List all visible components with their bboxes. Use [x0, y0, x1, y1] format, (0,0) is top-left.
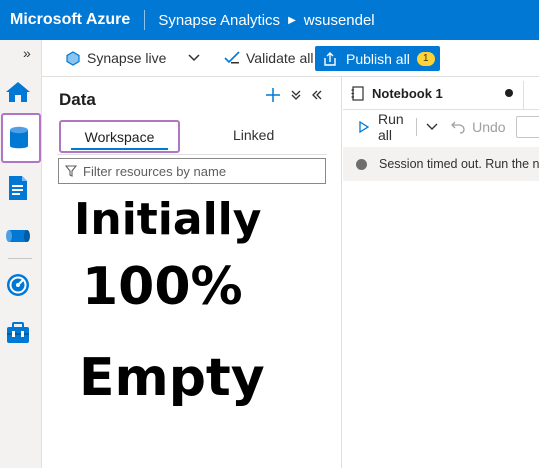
filter-icon: [65, 165, 77, 177]
panel-actions: [265, 87, 323, 103]
panel-title: Data: [59, 90, 96, 109]
toolbar-search-box[interactable]: [515, 116, 539, 138]
breadcrumb-workspace[interactable]: wsusendel: [304, 12, 375, 29]
annotation-line-1: Initially: [74, 194, 262, 245]
notebook-tab-label: Notebook 1: [372, 86, 443, 101]
session-status-text: Session timed out. Run the notebook to s…: [379, 157, 539, 171]
filter-box[interactable]: [58, 158, 326, 184]
top-bar: Microsoft Azure Synapse Analytics ▶ wsus…: [0, 0, 539, 40]
integrate-icon[interactable]: [4, 222, 32, 250]
annotation-line-2: 100%: [82, 257, 243, 317]
toolbar: Synapse live Validate all Publish all 1: [42, 40, 539, 77]
left-nav-rail: »: [0, 40, 42, 468]
run-all-button[interactable]: Run all: [359, 111, 407, 143]
topbar-divider: [144, 10, 146, 30]
notebook-area: Notebook 1 Run all Undo Session timed ou…: [343, 77, 539, 468]
unsaved-changes-icon: [505, 89, 513, 97]
monitor-icon[interactable]: [4, 271, 32, 299]
pending-changes-badge: 1: [416, 51, 435, 66]
tab-linked[interactable]: Linked: [233, 127, 274, 143]
next-tab[interactable]: [523, 81, 539, 109]
add-resource-icon[interactable]: [265, 87, 281, 103]
undo-icon: [451, 120, 465, 134]
collapse-panel-icon[interactable]: [311, 89, 323, 101]
collapse-all-icon[interactable]: [291, 89, 301, 101]
synapse-live-selector[interactable]: Synapse live: [66, 50, 200, 66]
azure-brand-link[interactable]: Microsoft Azure: [0, 11, 130, 29]
data-tabs: Workspace Linked: [57, 119, 327, 155]
notebook-icon: [351, 86, 364, 101]
notebook-tab-strip: Notebook 1: [343, 77, 539, 110]
develop-icon[interactable]: [4, 174, 32, 202]
undo-label: Undo: [472, 119, 506, 135]
breadcrumb-service[interactable]: Synapse Analytics: [158, 12, 280, 29]
annotation-line-3: Empty: [79, 348, 265, 408]
session-status-icon: [356, 158, 367, 170]
rail-divider: [8, 258, 32, 259]
run-all-label: Run all: [378, 111, 404, 143]
expand-rail-icon[interactable]: »: [23, 45, 31, 61]
play-icon: [359, 121, 369, 133]
chevron-down-icon[interactable]: [188, 54, 200, 62]
notebook-toolbar: Run all Undo: [343, 111, 539, 143]
tab-notebook-1[interactable]: Notebook 1: [343, 77, 521, 110]
publish-all-button[interactable]: Publish all 1: [315, 46, 440, 71]
toolbar-divider: [416, 118, 418, 136]
data-icon[interactable]: [5, 124, 33, 152]
home-icon[interactable]: [4, 78, 32, 106]
validate-icon: [224, 51, 240, 65]
synapse-live-label: Synapse live: [87, 50, 167, 66]
filter-input[interactable]: [83, 163, 313, 179]
validate-all-button[interactable]: Validate all: [224, 50, 313, 66]
session-status-bar: Session timed out. Run the notebook to s…: [343, 147, 539, 181]
publish-icon: [323, 51, 337, 66]
undo-button[interactable]: Undo: [451, 119, 506, 135]
run-options-chevron-icon[interactable]: [426, 123, 438, 131]
breadcrumb-chevron-icon: ▶: [288, 14, 296, 26]
tab-workspace[interactable]: Workspace: [59, 120, 180, 153]
data-panel: Data Workspace Linked Initially 100% Emp…: [42, 77, 342, 468]
validate-all-label: Validate all: [246, 50, 314, 66]
publish-all-label: Publish all: [346, 50, 410, 67]
synapse-live-icon: [66, 50, 80, 66]
manage-icon[interactable]: [4, 319, 32, 347]
